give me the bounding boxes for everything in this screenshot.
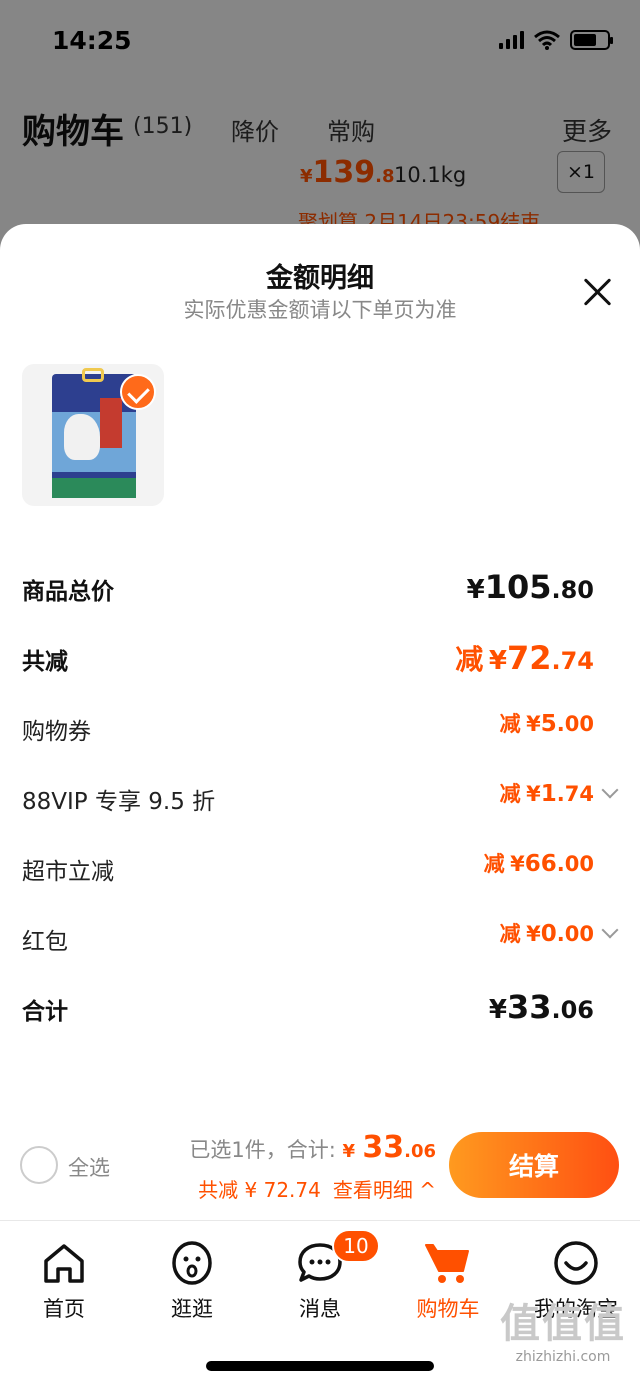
row-value: 减 ¥66.00 [483, 851, 594, 877]
selected-check-icon[interactable] [120, 374, 156, 410]
tab-label: 首页 [43, 1297, 85, 1321]
view-detail-link[interactable]: 查看明细 ^ [333, 1178, 436, 1202]
selected-summary: 已选1件，合计: ¥ 33.06 [189, 1130, 436, 1165]
sheet-title: 金额明细 [266, 263, 374, 294]
message-count-badge: 10 [332, 1229, 380, 1263]
row-value: ¥105.80 [466, 568, 594, 606]
discount-summary: 共减 ¥ 72.74 查看明细 ^ [198, 1174, 436, 1203]
checkout-bar: 全选 已选1件，合计: ¥ 33.06 共减 ¥ 72.74 查看明细 ^ 结算 [0, 1118, 640, 1220]
row-value: 减 ¥72.74 [455, 639, 594, 677]
home-icon [44, 1244, 84, 1283]
row-value: 减 ¥5.00 [499, 711, 594, 737]
row-label: 购物券 [22, 719, 91, 745]
row-label: 共减 [22, 649, 68, 675]
tab-label: 消息 [299, 1297, 341, 1321]
row-value: 减 ¥0.00 [499, 921, 594, 947]
row-value: 减 ¥1.74 [499, 781, 594, 807]
chevron-down-icon[interactable] [601, 921, 619, 939]
amount-detail-sheet: 金额明细 实际优惠金额请以下单页为准 商品总价 ¥105.80 共减 减 ¥72… [0, 224, 640, 1220]
row-red-packet[interactable]: 红包 减 ¥0.00 [0, 910, 640, 966]
tab-home[interactable]: 首页 [0, 1233, 128, 1323]
watermark: 值值值 zhizhizhi.com [488, 1291, 638, 1365]
home-indicator[interactable] [206, 1361, 434, 1371]
row-supermarket-discount: 超市立减 减 ¥66.00 [0, 840, 640, 896]
watermark-text: zhizhizhi.com [515, 1349, 611, 1365]
close-icon[interactable] [580, 274, 616, 310]
row-label: 合计 [22, 999, 68, 1025]
row-label: 红包 [22, 929, 68, 955]
watermark-glyphs: 值值值 [500, 1301, 626, 1347]
row-label: 商品总价 [22, 579, 114, 605]
row-coupon: 购物券 减 ¥5.00 [0, 700, 640, 756]
tab-label: 逛逛 [171, 1297, 213, 1321]
bottom-tabbar: 首页 逛逛 10 消息 购物车 我的淘宝 值值值 zhizhizhi.com [0, 1220, 640, 1386]
explore-icon [172, 1241, 212, 1285]
row-label: 88VIP 专享 9.5 折 [22, 789, 216, 815]
select-all-checkbox[interactable] [20, 1146, 58, 1184]
product-thumbnail[interactable] [22, 364, 164, 506]
chevron-down-icon[interactable] [601, 781, 619, 799]
tab-messages[interactable]: 10 消息 [256, 1229, 384, 1323]
cart-icon [425, 1244, 469, 1283]
row-value: ¥33.06 [488, 988, 594, 1026]
tab-explore[interactable]: 逛逛 [128, 1233, 256, 1323]
row-subtotal: 商品总价 ¥105.80 [0, 560, 640, 616]
sheet-subtitle: 实际优惠金额请以下单页为准 [183, 298, 457, 322]
row-grand-total: 合计 ¥33.06 [0, 980, 640, 1036]
total-amount: ¥ 33.06 [342, 1130, 436, 1165]
discount-text: 共减 ¥ 72.74 [198, 1178, 321, 1202]
row-88vip[interactable]: 88VIP 专享 9.5 折 减 ¥1.74 [0, 770, 640, 826]
row-label: 超市立减 [22, 859, 114, 885]
profile-icon [554, 1241, 598, 1285]
select-all-label[interactable]: 全选 [68, 1152, 110, 1182]
checkout-button[interactable]: 结算 [449, 1132, 619, 1198]
row-total-discount: 共减 减 ¥72.74 [0, 630, 640, 686]
